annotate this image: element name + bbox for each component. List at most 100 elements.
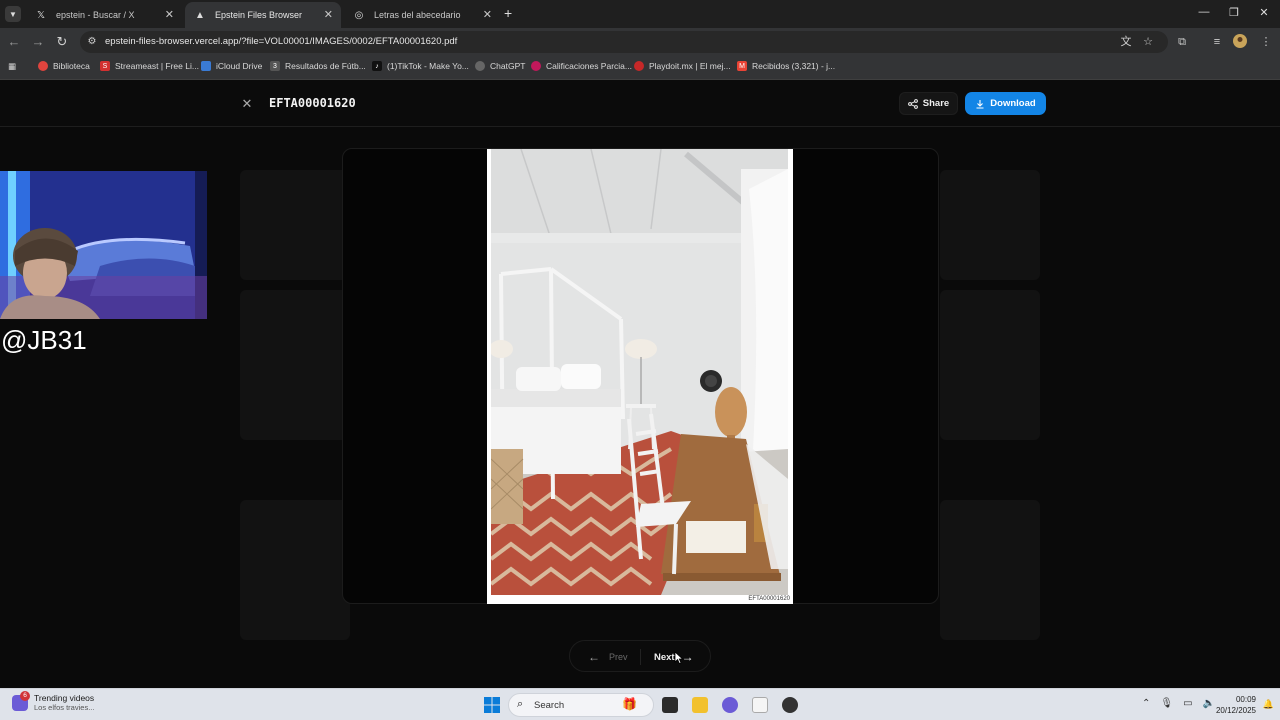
- bookmark-label: Playdoit.mx | El mej...: [649, 61, 731, 71]
- clock-time: 00:09: [1235, 695, 1256, 704]
- arrow-right-icon: →: [31, 34, 45, 49]
- notification-badge: 6: [20, 690, 30, 701]
- chatgpt-icon: [475, 61, 485, 71]
- notification-bell-icon[interactable]: 🔔: [1263, 699, 1274, 710]
- window-close-button[interactable]: ✕: [1254, 6, 1274, 19]
- next-label: Next: [654, 651, 675, 663]
- bookmark-label: Biblioteca: [53, 61, 90, 71]
- site-info-icon[interactable]: ⚙: [86, 36, 98, 48]
- browser-toolbar: ← → ↻ ⚙ epstein-files-browser.vercel.app…: [0, 28, 1280, 56]
- tab-letras-abecedario[interactable]: ◎ Letras del abecedario ✕: [344, 2, 500, 28]
- pager-divider: [640, 649, 641, 665]
- close-icon[interactable]: ✕: [165, 8, 174, 21]
- bookmark-favicon-icon: [531, 61, 541, 71]
- bookmark-biblioteca[interactable]: Biblioteca: [38, 61, 90, 71]
- bookmark-resultados-futbol[interactable]: 3 Resultados de Fútb...: [270, 61, 366, 71]
- pagination-control: ← Prev Next →: [569, 640, 711, 672]
- document-page: EFTA00001620: [487, 149, 793, 604]
- chevron-up-icon[interactable]: ⌃: [1142, 698, 1150, 709]
- address-bar[interactable]: ⚙ epstein-files-browser.vercel.app/?file…: [80, 31, 1168, 53]
- bookmark-favicon-icon: [634, 61, 644, 71]
- close-icon: ✕: [1259, 7, 1269, 19]
- bookmark-label: Resultados de Fútb...: [285, 61, 366, 71]
- tab-epstein-files-browser[interactable]: ▲ Epstein Files Browser ✕: [185, 2, 341, 28]
- share-button[interactable]: Share: [899, 92, 958, 115]
- tab-search-button[interactable]: ▼: [5, 6, 21, 22]
- close-icon[interactable]: ✕: [324, 8, 333, 21]
- back-button[interactable]: ←: [6, 34, 22, 50]
- bookmark-label: iCloud Drive: [216, 61, 263, 71]
- tab-title: epstein - Buscar / X: [56, 10, 135, 20]
- taskbar-terminal-icon[interactable]: [662, 697, 678, 713]
- system-clock[interactable]: 00:09 20/12/2025: [1216, 694, 1256, 716]
- download-icon: [976, 99, 984, 109]
- bookmark-label: Recibidos (3,321) - j...: [752, 61, 836, 71]
- menu-kebab-icon[interactable]: ⋮: [1258, 34, 1274, 50]
- system-tray: ⌃ 🎙 ▭ 🔈: [1142, 698, 1215, 709]
- extensions-icon[interactable]: ⧉: [1174, 34, 1190, 50]
- x-logo-icon: 𝕏: [36, 9, 46, 21]
- download-button[interactable]: Download: [965, 92, 1046, 115]
- translate-icon[interactable]: 文: [1118, 34, 1134, 50]
- clock-date: 20/12/2025: [1215, 706, 1256, 715]
- document-id-label: EFTA00001620: [748, 596, 790, 602]
- close-viewer-button[interactable]: ✕: [235, 92, 259, 116]
- close-icon: ✕: [241, 96, 253, 111]
- background-thumbnail: [940, 290, 1040, 440]
- windows-start-icon[interactable]: [484, 697, 500, 713]
- bookmark-streameast[interactable]: S Streameast | Free Li...: [100, 61, 199, 71]
- bookmark-chatgpt[interactable]: ChatGPT: [475, 61, 525, 71]
- widget-title: Trending videos: [34, 693, 95, 703]
- bookmark-calificaciones[interactable]: Calificaciones Parcia...: [531, 61, 632, 71]
- search-placeholder: Search: [534, 700, 565, 711]
- bookmark-icloud-drive[interactable]: iCloud Drive: [201, 61, 262, 71]
- vercel-triangle-icon: ▲: [195, 9, 205, 21]
- restore-button[interactable]: ❐: [1224, 6, 1244, 19]
- reading-list-icon[interactable]: ≡: [1209, 34, 1225, 50]
- file-title: EFTA00001620: [269, 96, 356, 110]
- taskbar-notepad-icon[interactable]: [752, 697, 768, 713]
- folder-icon: [201, 61, 211, 71]
- tab-x-search[interactable]: 𝕏 epstein - Buscar / X ✕: [26, 2, 182, 28]
- search-highlight-icon: 🎁: [622, 697, 637, 711]
- bookmark-favicon-icon: S: [100, 61, 110, 71]
- taskbar-discord-icon[interactable]: [722, 697, 738, 713]
- new-tab-button[interactable]: +: [504, 6, 512, 20]
- share-label: Share: [922, 98, 950, 109]
- widgets-button[interactable]: 6 Trending videos Los elfos travies...: [12, 690, 95, 712]
- tiktok-icon: ♪: [372, 61, 382, 71]
- close-icon[interactable]: ✕: [483, 8, 492, 21]
- windows-taskbar: 6 Trending videos Los elfos travies... ⌕…: [0, 688, 1280, 720]
- volume-icon[interactable]: 🔈: [1203, 698, 1215, 709]
- bookmark-playdoit[interactable]: Playdoit.mx | El mej...: [634, 61, 731, 71]
- apps-grid-icon[interactable]: ▦: [8, 61, 16, 72]
- forward-button[interactable]: →: [30, 34, 46, 50]
- taskbar-search-box[interactable]: ⌕ Search 🎁: [508, 693, 654, 717]
- taskbar-chrome-icon[interactable]: [782, 697, 798, 713]
- viewer-header: ✕ EFTA00001620 Share Download: [0, 80, 1280, 127]
- bookmark-label: Calificaciones Parcia...: [546, 61, 632, 71]
- search-icon: ⌕: [517, 698, 524, 710]
- streamer-handle: @JB31: [1, 325, 87, 355]
- tab-title: Letras del abecedario: [374, 10, 461, 20]
- microphone-icon[interactable]: 🎙: [1160, 698, 1173, 709]
- background-thumbnail: [940, 500, 1040, 640]
- reload-button[interactable]: ↻: [54, 34, 70, 50]
- prev-button[interactable]: ← Prev: [588, 650, 628, 664]
- widgets-video-icon: 6: [12, 690, 30, 711]
- download-label: Download: [990, 98, 1036, 109]
- url-text[interactable]: epstein-files-browser.vercel.app/?file=V…: [105, 36, 457, 47]
- reload-icon: ↻: [56, 34, 68, 49]
- bookmark-star-icon[interactable]: ☆: [1140, 34, 1156, 50]
- bookmark-tiktok[interactable]: ♪ (1)TikTok - Make Yo...: [372, 61, 469, 71]
- globe-icon: ◎: [354, 9, 364, 21]
- network-icon[interactable]: ▭: [1183, 698, 1192, 709]
- background-thumbnail: [940, 170, 1040, 280]
- minimize-button[interactable]: —: [1194, 6, 1214, 18]
- background-thumbnail: [240, 290, 350, 440]
- plus-icon: +: [504, 5, 513, 21]
- profile-avatar-icon[interactable]: [1232, 34, 1248, 50]
- bookmark-gmail[interactable]: M Recibidos (3,321) - j...: [737, 61, 835, 71]
- taskbar-file-explorer-icon[interactable]: [692, 697, 708, 713]
- gmail-icon: M: [737, 61, 747, 71]
